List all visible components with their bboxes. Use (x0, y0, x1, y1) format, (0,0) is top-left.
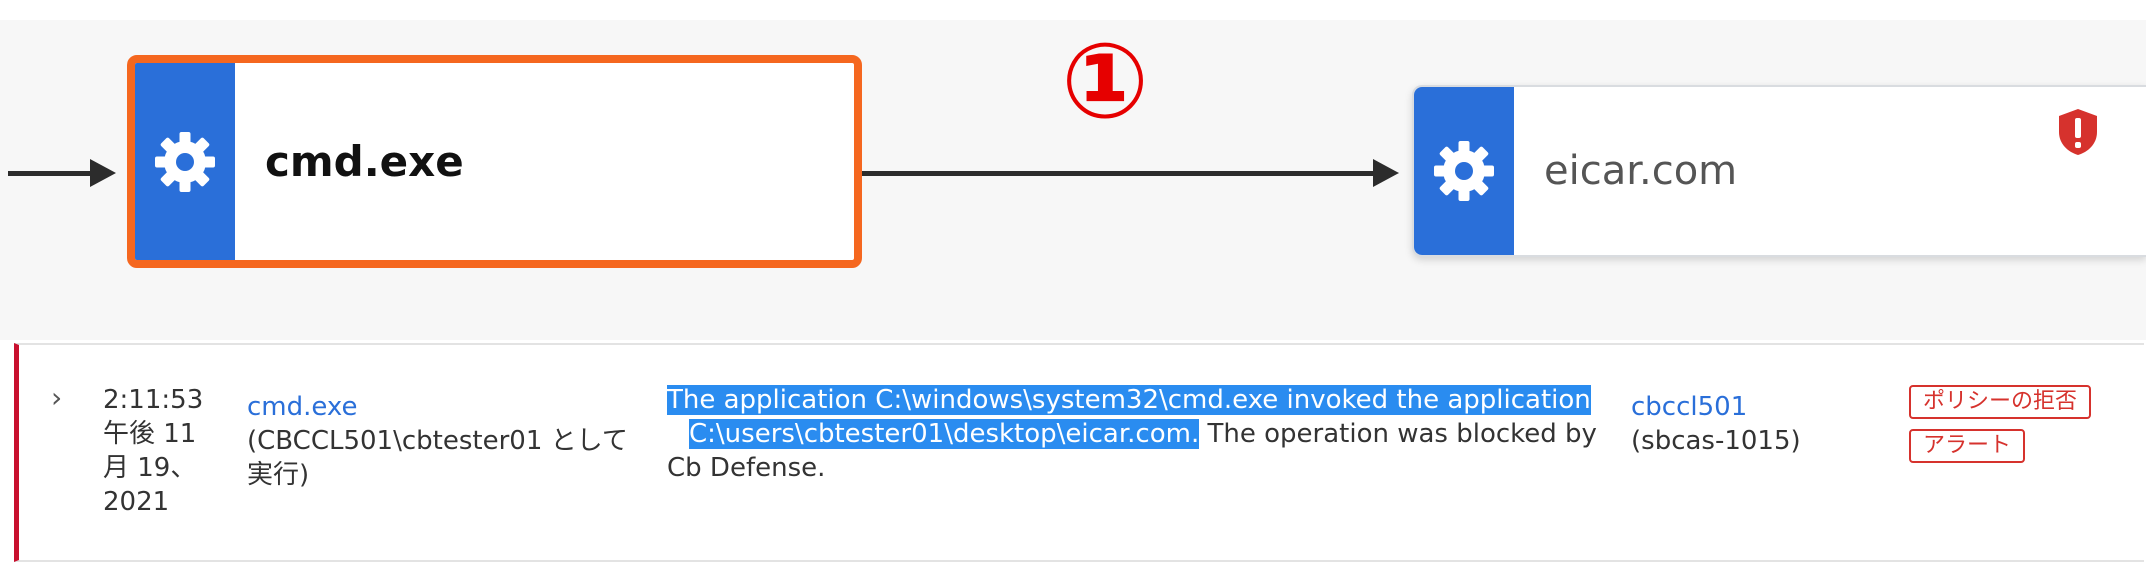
description-text: The operation was blocked by (1199, 419, 1597, 449)
highlighted-text: C:\users\cbtester01\desktop\eicar.com. (689, 419, 1200, 449)
event-process: cmd.exe (CBCCL501\cbtester01 として 実行) (247, 390, 667, 492)
time-line: 月 19、 (103, 453, 197, 483)
process-user: (CBCCL501\cbtester01 として (247, 426, 628, 456)
expand-chevron-icon[interactable]: › (51, 381, 62, 415)
device-link[interactable]: cbccl501 (1631, 390, 1851, 424)
node-label: eicar.com (1544, 148, 1738, 194)
process-node-cmd-exe[interactable]: cmd.exe (127, 55, 862, 268)
node-icon-box (1414, 87, 1514, 255)
event-device: cbccl501 (sbcas-1015) (1631, 390, 1851, 458)
event-description: The application C:\windows\system32\cmd.… (667, 383, 1617, 485)
event-row[interactable]: › 2:11:53 午後 11 月 19、 2021 cmd.exe (CBCC… (14, 343, 2144, 562)
time-line: 2021 (103, 487, 170, 517)
incoming-edge-line (8, 171, 93, 176)
node-label: cmd.exe (265, 137, 464, 186)
node-icon-box (135, 63, 235, 260)
description-text: Cb Defense. (667, 453, 826, 483)
time-line: 2:11:53 (103, 385, 204, 415)
process-node-eicar-com[interactable]: eicar.com (1412, 85, 2146, 257)
alert-tag[interactable]: アラート (1909, 429, 2026, 463)
highlighted-text: The application C:\windows\system32\cmd.… (667, 385, 1591, 415)
step-number-marker: ① (1060, 20, 1150, 142)
policy-denied-tag[interactable]: ポリシーの拒否 (1909, 385, 2092, 419)
gear-icon (155, 131, 215, 192)
alert-shield-icon (2059, 109, 2097, 155)
event-timestamp: 2:11:53 午後 11 月 19、 2021 (103, 383, 213, 519)
edge-line (862, 171, 1377, 176)
device-id: (sbcas-1015) (1631, 426, 1801, 456)
event-tags: ポリシーの拒否 アラート (1909, 383, 2129, 471)
process-user: 実行) (247, 460, 310, 490)
time-line: 午後 11 (103, 419, 197, 449)
process-link[interactable]: cmd.exe (247, 390, 667, 424)
gear-icon (1434, 141, 1494, 201)
edge-arrowhead (1373, 159, 1399, 187)
incoming-edge-arrowhead (90, 159, 116, 187)
